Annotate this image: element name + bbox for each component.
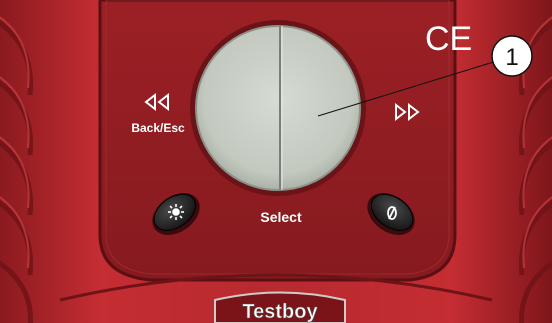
- callout-number: 1: [505, 44, 518, 71]
- device-illustration: CE Back/Esc Select Testboy 1: [0, 0, 552, 323]
- callout-marker: 1: [491, 35, 533, 77]
- back-esc-label: Back/Esc: [131, 121, 185, 135]
- select-button[interactable]: [190, 20, 366, 196]
- ce-mark: CE: [425, 20, 472, 58]
- sun-icon: [168, 204, 184, 220]
- device-photo: CE Back/Esc Select Testboy 1: [0, 0, 552, 323]
- brand-logo: Testboy: [214, 291, 346, 323]
- select-label: Select: [260, 209, 302, 225]
- svg-text:Testboy: Testboy: [242, 301, 318, 323]
